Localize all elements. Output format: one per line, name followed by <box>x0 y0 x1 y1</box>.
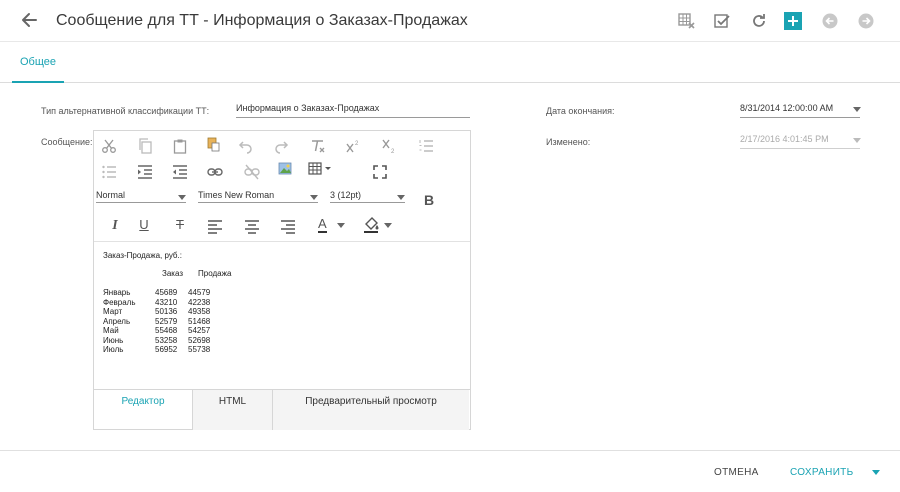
back-arrow-icon[interactable] <box>18 9 40 31</box>
sale-cell: 55738 <box>188 345 211 354</box>
font-color-dropdown-icon <box>337 223 345 228</box>
order-cell: 56952 <box>155 345 178 354</box>
refresh-icon[interactable] <box>749 11 769 31</box>
column-header-sale: Продажа <box>198 269 232 278</box>
tab-bar: Общее <box>0 42 900 83</box>
plus-icon[interactable] <box>784 12 802 30</box>
save-button[interactable]: СОХРАНИТЬ <box>790 467 853 478</box>
table-row: Март 50136 49358 <box>103 307 233 317</box>
alt-classification-field[interactable]: Информация о Заказах-Продажах <box>236 103 470 118</box>
paste-formatted-icon[interactable] <box>205 136 221 152</box>
grid-clear-icon[interactable] <box>677 11 697 31</box>
checkbox-icon[interactable] <box>712 11 732 31</box>
strikethrough-button[interactable]: T <box>172 217 188 233</box>
subscript-icon[interactable]: 2 <box>381 138 397 155</box>
rich-text-editor: 2 2 Normal Times New Roman 3 (12pt) B I … <box>93 130 471 430</box>
size-select[interactable]: 3 (12pt) <box>330 190 405 203</box>
month-cell: Июнь <box>103 336 124 345</box>
table-icon[interactable] <box>308 161 334 177</box>
svg-text:2: 2 <box>355 141 359 147</box>
align-right-icon[interactable] <box>280 219 296 235</box>
order-cell: 50136 <box>155 307 178 316</box>
tab-editor[interactable]: Редактор <box>94 390 192 430</box>
previous-record-icon[interactable] <box>820 11 840 31</box>
order-cell: 52579 <box>155 317 178 326</box>
sale-cell: 42238 <box>188 298 211 307</box>
font-select[interactable]: Times New Roman <box>198 190 318 203</box>
table-row: Июль 56952 55738 <box>103 345 233 355</box>
svg-text:2: 2 <box>391 149 395 154</box>
sale-cell: 49358 <box>188 307 211 316</box>
copy-icon[interactable] <box>137 138 153 154</box>
tab-html[interactable]: HTML <box>192 390 272 430</box>
order-cell: 55468 <box>155 326 178 335</box>
column-header-order: Заказ <box>162 269 183 278</box>
format-dropdown-icon[interactable] <box>178 195 186 200</box>
page-footer: ОТМЕНА СОХРАНИТЬ <box>0 450 900 492</box>
font-dropdown-icon[interactable] <box>310 195 318 200</box>
tab-general[interactable]: Общее <box>12 42 64 83</box>
paste-icon[interactable] <box>172 138 188 154</box>
background-color-button[interactable] <box>362 216 392 233</box>
changed-dropdown-icon <box>853 138 861 143</box>
sale-cell: 44579 <box>188 288 211 297</box>
link-icon[interactable] <box>207 164 223 180</box>
superscript-icon[interactable]: 2 <box>345 138 361 154</box>
clear-format-icon[interactable] <box>310 138 326 154</box>
save-options-dropdown-icon[interactable] <box>872 470 880 475</box>
month-cell: Май <box>103 326 119 335</box>
sale-cell: 51468 <box>188 317 211 326</box>
month-cell: Январь <box>103 288 131 297</box>
end-date-field[interactable]: 8/31/2014 12:00:00 AM <box>740 103 860 118</box>
changed-field: 2/17/2016 4:01:45 PM <box>740 134 860 149</box>
end-date-dropdown-icon[interactable] <box>853 107 861 112</box>
font-color-button[interactable]: A <box>316 216 345 233</box>
underline-button[interactable]: U <box>136 217 152 233</box>
format-select[interactable]: Normal <box>96 190 186 203</box>
next-record-icon[interactable] <box>856 11 876 31</box>
sale-cell: 52698 <box>188 336 211 345</box>
tab-preview[interactable]: Предварительный просмотр <box>272 390 469 430</box>
cut-icon[interactable] <box>101 138 117 154</box>
month-cell: Апрель <box>103 317 131 326</box>
table-row: Январь 45689 44579 <box>103 288 233 298</box>
bullet-list-icon[interactable] <box>101 164 117 180</box>
sale-cell: 54257 <box>188 326 211 335</box>
italic-button[interactable]: I <box>107 218 123 234</box>
undo-icon[interactable] <box>237 138 253 154</box>
editor-mode-tabs: Редактор HTML Предварительный просмотр <box>94 389 470 430</box>
changed-label: Изменено: <box>546 137 591 147</box>
outdent-icon[interactable] <box>172 164 188 180</box>
image-icon[interactable] <box>277 161 293 177</box>
fullscreen-icon[interactable] <box>372 164 388 180</box>
unlink-icon[interactable] <box>244 164 260 180</box>
page-header: Сообщение для ТТ - Информация о Заказах-… <box>0 0 900 42</box>
cancel-button[interactable]: ОТМЕНА <box>714 467 759 478</box>
message-label: Сообщение: <box>41 137 93 147</box>
redo-icon[interactable] <box>274 138 290 154</box>
align-center-icon[interactable] <box>244 219 260 235</box>
font-color-label: A <box>318 216 327 233</box>
end-date-label: Дата окончания: <box>546 106 615 116</box>
month-cell: Февраль <box>103 298 136 307</box>
month-cell: Июль <box>103 345 124 354</box>
numbered-list-icon[interactable] <box>418 138 434 154</box>
background-color-dropdown-icon <box>384 223 392 228</box>
month-cell: Март <box>103 307 123 316</box>
table-row: Май 55468 54257 <box>103 326 233 336</box>
order-cell: 45689 <box>155 288 178 297</box>
order-cell: 53258 <box>155 336 178 345</box>
order-cell: 43210 <box>155 298 178 307</box>
alt-classification-label: Тип альтернативной классификации ТТ: <box>41 106 210 116</box>
page-title: Сообщение для ТТ - Информация о Заказах-… <box>56 12 468 29</box>
content-heading: Заказ-Продажа, руб.: <box>103 251 182 260</box>
indent-icon[interactable] <box>137 164 153 180</box>
toolbar-divider <box>94 241 470 242</box>
bold-button[interactable]: B <box>421 192 437 208</box>
align-left-icon[interactable] <box>207 219 223 235</box>
size-dropdown-icon[interactable] <box>397 195 405 200</box>
